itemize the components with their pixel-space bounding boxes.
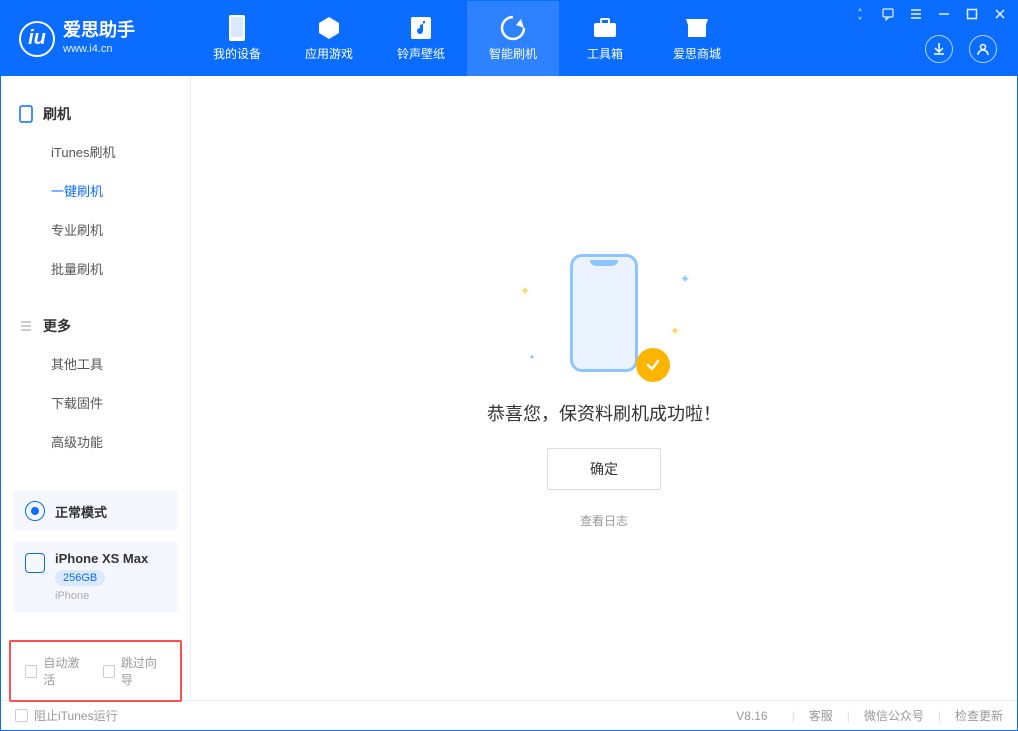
nav-tab-my-device[interactable]: 我的设备 xyxy=(191,1,283,76)
nav-tabs: 我的设备 应用游戏 铃声壁纸 智能刷机 工具箱 爱思商城 xyxy=(191,1,925,76)
device-phone-icon xyxy=(25,553,45,573)
download-button[interactable] xyxy=(925,35,953,63)
checkbox-block-itunes[interactable]: 阻止iTunes运行 xyxy=(15,707,118,724)
device-type: iPhone xyxy=(55,590,148,602)
success-check-icon xyxy=(636,348,670,382)
ok-button[interactable]: 确定 xyxy=(547,448,661,490)
sparkle-icon: ✦ xyxy=(680,272,690,286)
checkbox-icon xyxy=(15,709,28,722)
device-status-label: 正常模式 xyxy=(55,502,107,521)
device-name: iPhone XS Max xyxy=(55,551,148,566)
device-storage-badge: 256GB xyxy=(55,570,105,586)
maximize-button[interactable] xyxy=(965,7,979,21)
refresh-shield-icon xyxy=(500,15,526,41)
sidebar-group-header: 更多 xyxy=(1,308,190,344)
version-label: V8.16 xyxy=(736,709,767,723)
store-icon xyxy=(684,15,710,41)
main-content: ✦ ✦ • ✦ 恭喜您，保资料刷机成功啦！ 确定 查看日志 xyxy=(191,76,1017,700)
sidebar-item-pro-flash[interactable]: 专业刷机 xyxy=(1,210,190,249)
sidebar-item-advanced[interactable]: 高级功能 xyxy=(1,422,190,461)
nav-tab-toolbox[interactable]: 工具箱 xyxy=(559,1,651,76)
success-illustration: ✦ ✦ • ✦ xyxy=(544,248,664,378)
sidebar-group-title: 更多 xyxy=(43,316,71,336)
separator: | xyxy=(938,709,941,723)
user-profile-button[interactable] xyxy=(969,35,997,63)
nav-tab-store[interactable]: 爱思商城 xyxy=(651,1,743,76)
device-card[interactable]: iPhone XS Max 256GB iPhone xyxy=(13,541,178,612)
checkbox-label: 阻止iTunes运行 xyxy=(34,707,118,724)
sparkle-icon: • xyxy=(530,350,534,364)
logo-text: 爱思助手 www.i4.cn xyxy=(63,21,135,57)
sidebar-group-title: 刷机 xyxy=(43,104,71,124)
nav-tab-ringtone-wallpaper[interactable]: 铃声壁纸 xyxy=(375,1,467,76)
separator: | xyxy=(792,709,795,723)
nav-tab-label: 工具箱 xyxy=(587,45,623,62)
music-note-icon xyxy=(408,15,434,41)
nav-tab-label: 智能刷机 xyxy=(489,45,537,62)
nav-tab-smart-flash[interactable]: 智能刷机 xyxy=(467,1,559,76)
sidebar-group-header: 刷机 xyxy=(1,96,190,132)
sidebar-item-itunes-flash[interactable]: iTunes刷机 xyxy=(1,132,190,171)
sparkle-icon: ✦ xyxy=(670,324,680,338)
sidebar-device-area: 正常模式 iPhone XS Max 256GB iPhone xyxy=(1,481,190,632)
feedback-icon[interactable] xyxy=(881,7,895,21)
nav-tab-label: 应用游戏 xyxy=(305,45,353,62)
app-name: 爱思助手 xyxy=(63,21,135,39)
device-status-card[interactable]: 正常模式 xyxy=(13,491,178,531)
nav-tab-label: 我的设备 xyxy=(213,45,261,62)
status-indicator-icon xyxy=(25,501,45,521)
app-domain: www.i4.cn xyxy=(63,43,113,55)
checkbox-icon xyxy=(103,665,115,678)
phone-outline-icon xyxy=(19,105,33,123)
device-icon xyxy=(224,15,250,41)
logo-area: iu 爱思助手 www.i4.cn xyxy=(1,1,191,76)
success-message: 恭喜您，保资料刷机成功啦！ xyxy=(487,400,721,426)
cube-icon xyxy=(316,15,342,41)
window-controls xyxy=(853,7,1007,21)
menu-icon[interactable] xyxy=(909,7,923,21)
footer-link-wechat[interactable]: 微信公众号 xyxy=(864,707,924,724)
footer-link-update[interactable]: 检查更新 xyxy=(955,707,1003,724)
footer-link-support[interactable]: 客服 xyxy=(809,707,833,724)
toolbox-icon xyxy=(592,15,618,41)
minimize-button[interactable] xyxy=(937,7,951,21)
checkbox-label: 自动激活 xyxy=(43,654,88,688)
theme-icon[interactable] xyxy=(853,7,867,21)
sidebar-options-highlighted: 自动激活 跳过向导 xyxy=(9,640,182,702)
device-info: iPhone XS Max 256GB iPhone xyxy=(55,551,148,602)
sidebar-scroll: 刷机 iTunes刷机 一键刷机 专业刷机 批量刷机 更多 其他工具 下载固件 … xyxy=(1,76,190,481)
checkbox-label: 跳过向导 xyxy=(121,654,166,688)
footer-right: V8.16 | 客服 | 微信公众号 | 检查更新 xyxy=(736,707,1003,724)
phone-illustration-icon xyxy=(570,254,638,372)
nav-tab-apps-games[interactable]: 应用游戏 xyxy=(283,1,375,76)
sidebar-item-other-tools[interactable]: 其他工具 xyxy=(1,344,190,383)
phone-notch xyxy=(590,260,618,266)
separator: | xyxy=(847,709,850,723)
sidebar-group-flash: 刷机 iTunes刷机 一键刷机 专业刷机 批量刷机 xyxy=(1,96,190,288)
footer: 阻止iTunes运行 V8.16 | 客服 | 微信公众号 | 检查更新 xyxy=(1,700,1017,730)
sidebar-group-more: 更多 其他工具 下载固件 高级功能 xyxy=(1,308,190,461)
checkbox-icon xyxy=(25,665,37,678)
sidebar-item-oneclick-flash[interactable]: 一键刷机 xyxy=(1,171,190,210)
close-button[interactable] xyxy=(993,7,1007,21)
nav-tab-label: 爱思商城 xyxy=(673,45,721,62)
list-icon xyxy=(19,319,33,333)
checkbox-auto-activate[interactable]: 自动激活 xyxy=(25,654,89,688)
sidebar-item-batch-flash[interactable]: 批量刷机 xyxy=(1,249,190,288)
nav-tab-label: 铃声壁纸 xyxy=(397,45,445,62)
view-log-link[interactable]: 查看日志 xyxy=(580,512,628,529)
sparkle-icon: ✦ xyxy=(520,284,530,298)
app-header: iu 爱思助手 www.i4.cn 我的设备 应用游戏 铃声壁纸 智能刷机 工具… xyxy=(1,1,1017,76)
checkbox-skip-guide[interactable]: 跳过向导 xyxy=(103,654,167,688)
app-logo-icon: iu xyxy=(19,21,55,57)
sidebar-item-download-firmware[interactable]: 下载固件 xyxy=(1,383,190,422)
sidebar: 刷机 iTunes刷机 一键刷机 专业刷机 批量刷机 更多 其他工具 下载固件 … xyxy=(1,76,191,700)
body: 刷机 iTunes刷机 一键刷机 专业刷机 批量刷机 更多 其他工具 下载固件 … xyxy=(1,76,1017,700)
